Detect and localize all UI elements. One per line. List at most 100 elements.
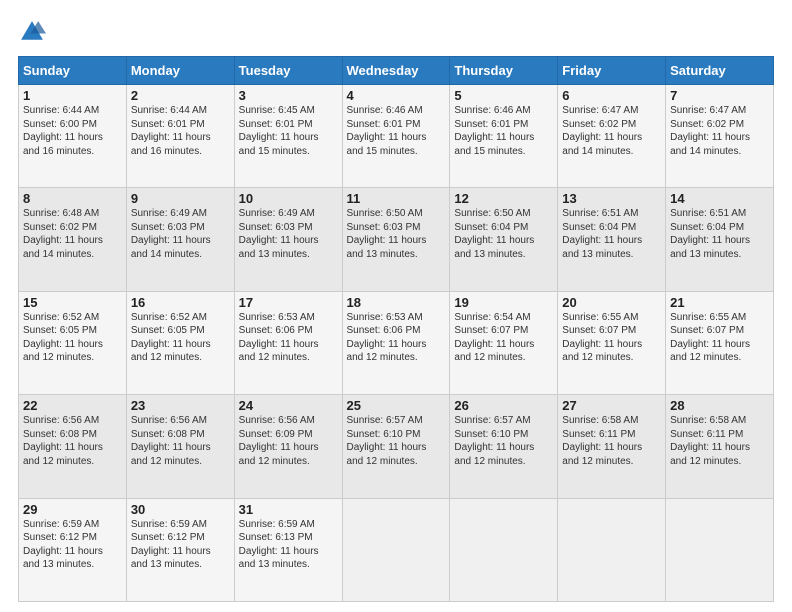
day-cell: 19Sunrise: 6:54 AM Sunset: 6:07 PM Dayli… [450,291,558,394]
logo [18,18,50,46]
day-info: Sunrise: 6:56 AM Sunset: 6:08 PM Dayligh… [23,414,122,468]
day-number: 3 [239,88,338,103]
day-number: 12 [454,191,553,206]
day-number: 4 [347,88,446,103]
day-info: Sunrise: 6:52 AM Sunset: 6:05 PM Dayligh… [23,311,122,365]
day-cell: 29Sunrise: 6:59 AM Sunset: 6:12 PM Dayli… [19,498,127,601]
header [18,18,774,46]
day-cell: 7Sunrise: 6:47 AM Sunset: 6:02 PM Daylig… [666,85,774,188]
day-number: 7 [670,88,769,103]
day-cell: 16Sunrise: 6:52 AM Sunset: 6:05 PM Dayli… [126,291,234,394]
day-cell: 13Sunrise: 6:51 AM Sunset: 6:04 PM Dayli… [558,188,666,291]
day-info: Sunrise: 6:46 AM Sunset: 6:01 PM Dayligh… [347,104,446,158]
day-cell: 26Sunrise: 6:57 AM Sunset: 6:10 PM Dayli… [450,395,558,498]
day-cell: 1Sunrise: 6:44 AM Sunset: 6:00 PM Daylig… [19,85,127,188]
day-number: 9 [131,191,230,206]
day-cell: 24Sunrise: 6:56 AM Sunset: 6:09 PM Dayli… [234,395,342,498]
day-cell: 23Sunrise: 6:56 AM Sunset: 6:08 PM Dayli… [126,395,234,498]
day-cell: 15Sunrise: 6:52 AM Sunset: 6:05 PM Dayli… [19,291,127,394]
week-row-3: 15Sunrise: 6:52 AM Sunset: 6:05 PM Dayli… [19,291,774,394]
day-info: Sunrise: 6:55 AM Sunset: 6:07 PM Dayligh… [562,311,661,365]
week-row-5: 29Sunrise: 6:59 AM Sunset: 6:12 PM Dayli… [19,498,774,601]
day-info: Sunrise: 6:59 AM Sunset: 6:13 PM Dayligh… [239,518,338,572]
day-info: Sunrise: 6:57 AM Sunset: 6:10 PM Dayligh… [347,414,446,468]
day-number: 16 [131,295,230,310]
day-cell: 5Sunrise: 6:46 AM Sunset: 6:01 PM Daylig… [450,85,558,188]
day-info: Sunrise: 6:57 AM Sunset: 6:10 PM Dayligh… [454,414,553,468]
day-info: Sunrise: 6:53 AM Sunset: 6:06 PM Dayligh… [239,311,338,365]
day-info: Sunrise: 6:59 AM Sunset: 6:12 PM Dayligh… [131,518,230,572]
day-number: 20 [562,295,661,310]
day-cell: 3Sunrise: 6:45 AM Sunset: 6:01 PM Daylig… [234,85,342,188]
day-cell: 4Sunrise: 6:46 AM Sunset: 6:01 PM Daylig… [342,85,450,188]
day-number: 31 [239,502,338,517]
header-day-friday: Friday [558,57,666,85]
day-info: Sunrise: 6:47 AM Sunset: 6:02 PM Dayligh… [670,104,769,158]
day-cell: 8Sunrise: 6:48 AM Sunset: 6:02 PM Daylig… [19,188,127,291]
day-info: Sunrise: 6:44 AM Sunset: 6:01 PM Dayligh… [131,104,230,158]
day-number: 2 [131,88,230,103]
header-day-wednesday: Wednesday [342,57,450,85]
logo-icon [18,18,46,46]
day-info: Sunrise: 6:52 AM Sunset: 6:05 PM Dayligh… [131,311,230,365]
day-number: 6 [562,88,661,103]
day-number: 23 [131,398,230,413]
day-info: Sunrise: 6:48 AM Sunset: 6:02 PM Dayligh… [23,207,122,261]
day-info: Sunrise: 6:51 AM Sunset: 6:04 PM Dayligh… [562,207,661,261]
day-cell: 21Sunrise: 6:55 AM Sunset: 6:07 PM Dayli… [666,291,774,394]
day-info: Sunrise: 6:58 AM Sunset: 6:11 PM Dayligh… [562,414,661,468]
day-number: 28 [670,398,769,413]
day-cell: 18Sunrise: 6:53 AM Sunset: 6:06 PM Dayli… [342,291,450,394]
day-number: 13 [562,191,661,206]
day-info: Sunrise: 6:50 AM Sunset: 6:04 PM Dayligh… [454,207,553,261]
day-cell: 27Sunrise: 6:58 AM Sunset: 6:11 PM Dayli… [558,395,666,498]
day-info: Sunrise: 6:51 AM Sunset: 6:04 PM Dayligh… [670,207,769,261]
day-number: 17 [239,295,338,310]
day-cell: 6Sunrise: 6:47 AM Sunset: 6:02 PM Daylig… [558,85,666,188]
calendar-table: SundayMondayTuesdayWednesdayThursdayFrid… [18,56,774,602]
day-number: 30 [131,502,230,517]
day-cell: 9Sunrise: 6:49 AM Sunset: 6:03 PM Daylig… [126,188,234,291]
day-number: 18 [347,295,446,310]
day-number: 27 [562,398,661,413]
header-day-saturday: Saturday [666,57,774,85]
calendar-body: 1Sunrise: 6:44 AM Sunset: 6:00 PM Daylig… [19,85,774,602]
day-cell: 17Sunrise: 6:53 AM Sunset: 6:06 PM Dayli… [234,291,342,394]
day-cell: 2Sunrise: 6:44 AM Sunset: 6:01 PM Daylig… [126,85,234,188]
day-info: Sunrise: 6:59 AM Sunset: 6:12 PM Dayligh… [23,518,122,572]
day-info: Sunrise: 6:49 AM Sunset: 6:03 PM Dayligh… [239,207,338,261]
day-number: 10 [239,191,338,206]
week-row-2: 8Sunrise: 6:48 AM Sunset: 6:02 PM Daylig… [19,188,774,291]
day-info: Sunrise: 6:46 AM Sunset: 6:01 PM Dayligh… [454,104,553,158]
day-cell: 28Sunrise: 6:58 AM Sunset: 6:11 PM Dayli… [666,395,774,498]
day-number: 19 [454,295,553,310]
day-info: Sunrise: 6:55 AM Sunset: 6:07 PM Dayligh… [670,311,769,365]
day-number: 15 [23,295,122,310]
week-row-1: 1Sunrise: 6:44 AM Sunset: 6:00 PM Daylig… [19,85,774,188]
day-cell [558,498,666,601]
day-number: 25 [347,398,446,413]
day-info: Sunrise: 6:58 AM Sunset: 6:11 PM Dayligh… [670,414,769,468]
day-number: 22 [23,398,122,413]
day-cell: 22Sunrise: 6:56 AM Sunset: 6:08 PM Dayli… [19,395,127,498]
day-number: 14 [670,191,769,206]
day-info: Sunrise: 6:50 AM Sunset: 6:03 PM Dayligh… [347,207,446,261]
page: SundayMondayTuesdayWednesdayThursdayFrid… [0,0,792,612]
day-info: Sunrise: 6:49 AM Sunset: 6:03 PM Dayligh… [131,207,230,261]
day-cell: 11Sunrise: 6:50 AM Sunset: 6:03 PM Dayli… [342,188,450,291]
day-cell: 30Sunrise: 6:59 AM Sunset: 6:12 PM Dayli… [126,498,234,601]
day-info: Sunrise: 6:54 AM Sunset: 6:07 PM Dayligh… [454,311,553,365]
day-info: Sunrise: 6:47 AM Sunset: 6:02 PM Dayligh… [562,104,661,158]
day-cell: 10Sunrise: 6:49 AM Sunset: 6:03 PM Dayli… [234,188,342,291]
day-number: 5 [454,88,553,103]
day-cell: 12Sunrise: 6:50 AM Sunset: 6:04 PM Dayli… [450,188,558,291]
day-info: Sunrise: 6:45 AM Sunset: 6:01 PM Dayligh… [239,104,338,158]
day-cell [666,498,774,601]
calendar-header: SundayMondayTuesdayWednesdayThursdayFrid… [19,57,774,85]
header-day-tuesday: Tuesday [234,57,342,85]
header-day-thursday: Thursday [450,57,558,85]
day-number: 29 [23,502,122,517]
day-info: Sunrise: 6:56 AM Sunset: 6:09 PM Dayligh… [239,414,338,468]
day-number: 24 [239,398,338,413]
header-row: SundayMondayTuesdayWednesdayThursdayFrid… [19,57,774,85]
